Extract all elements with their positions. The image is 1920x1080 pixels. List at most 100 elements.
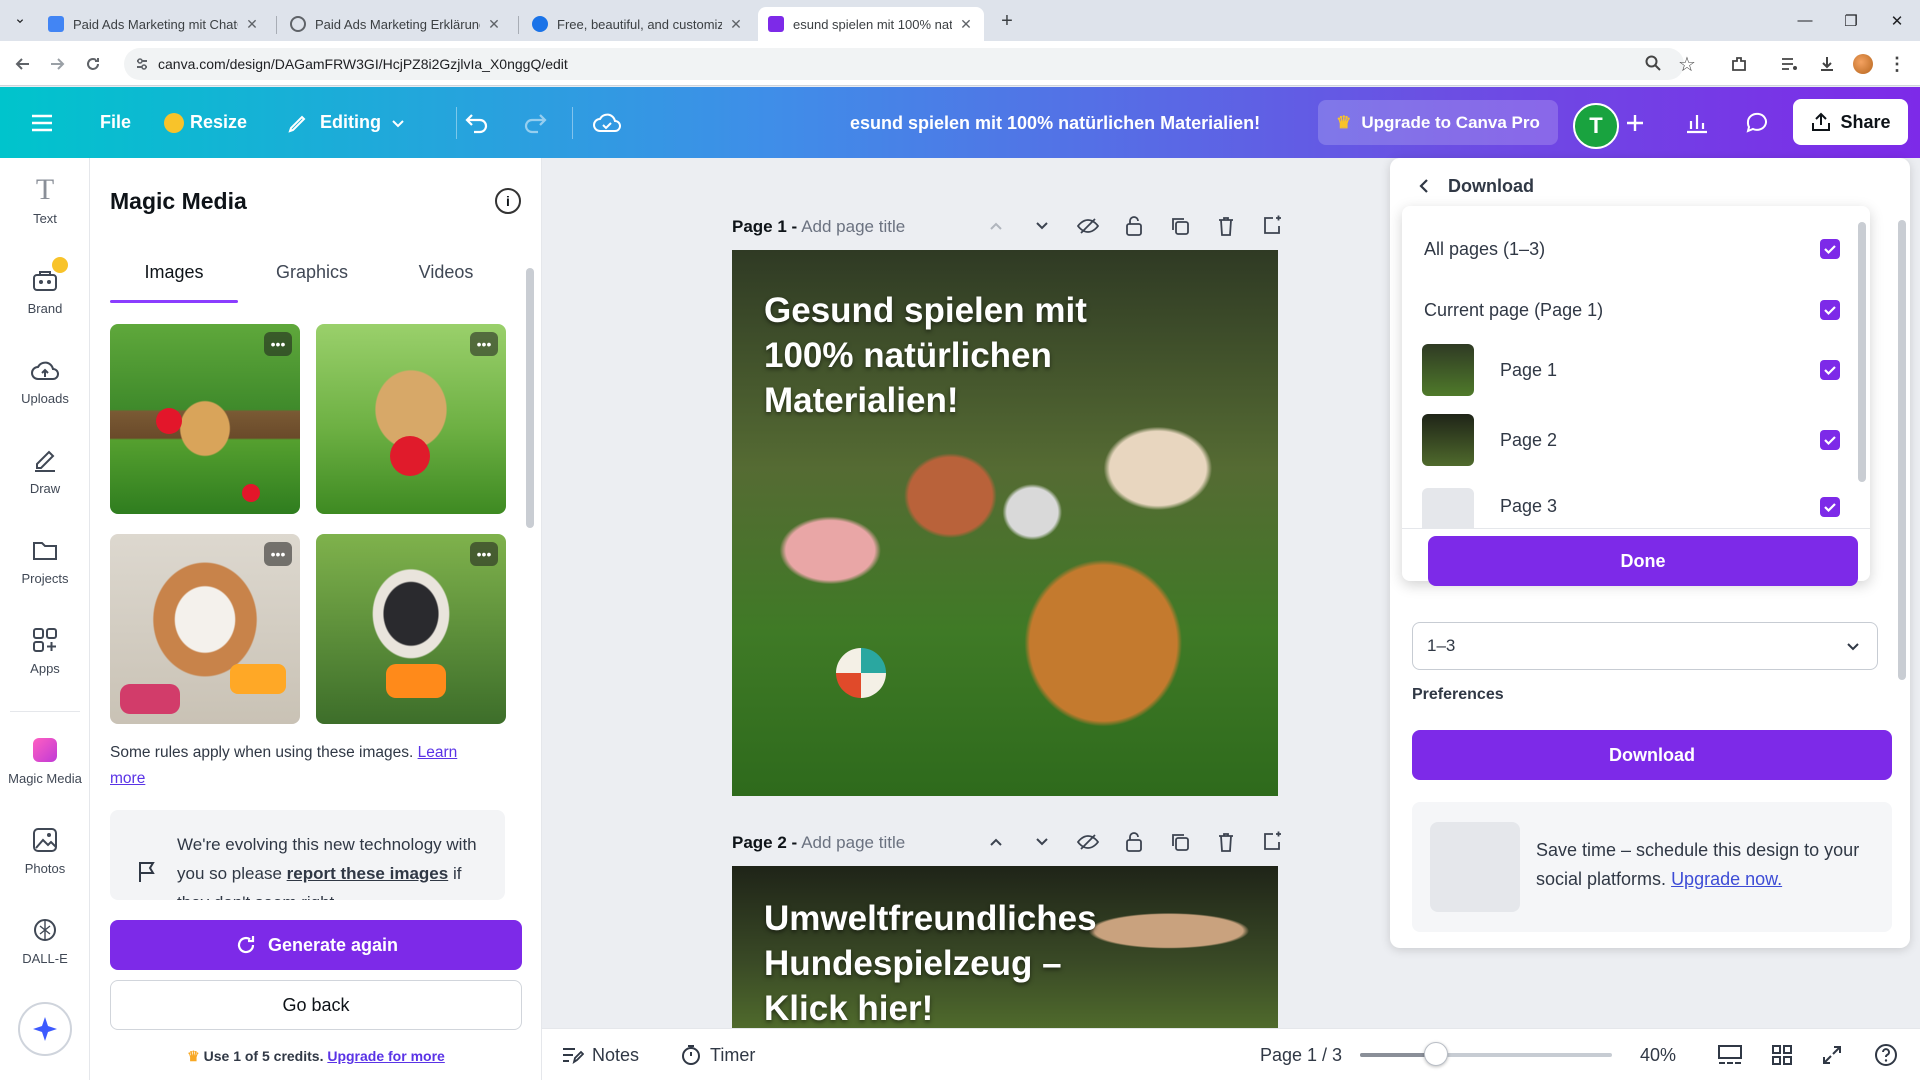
chevron-down-icon[interactable]	[1028, 212, 1056, 240]
option-page-3[interactable]: Page 3	[1402, 484, 1870, 529]
zoom-icon[interactable]	[1644, 54, 1662, 72]
rail-item-brand[interactable]: Brand	[0, 250, 90, 330]
trash-icon[interactable]	[1212, 828, 1240, 856]
window-close-icon[interactable]: ✕	[1874, 0, 1920, 41]
close-icon[interactable]: ✕	[958, 16, 974, 33]
back-arrow-icon[interactable]	[10, 51, 36, 77]
option-page-2[interactable]: Page 2	[1402, 414, 1870, 466]
redo-button[interactable]	[522, 101, 548, 144]
done-button[interactable]: Done	[1428, 536, 1858, 586]
upgrade-now-link[interactable]: Upgrade now.	[1671, 869, 1782, 889]
rail-item-dalle[interactable]: DALL-E	[0, 900, 90, 980]
generated-image-3[interactable]: •••	[110, 534, 300, 724]
more-options-icon[interactable]: •••	[470, 542, 498, 566]
checkbox-checked[interactable]	[1820, 496, 1840, 517]
page-2-heading[interactable]: Umweltfreundliches Hundespielzeug – Klic…	[764, 896, 1124, 1028]
zoom-slider-handle[interactable]	[1423, 1042, 1448, 1066]
option-page-1[interactable]: Page 1	[1402, 344, 1870, 396]
chevron-down-icon[interactable]	[1028, 828, 1056, 856]
fullscreen-icon[interactable]	[1818, 1041, 1846, 1069]
forward-arrow-icon[interactable]	[44, 51, 70, 77]
checkbox-checked[interactable]	[1820, 430, 1840, 450]
add-page-icon[interactable]	[1258, 828, 1286, 856]
download-icon[interactable]	[1816, 53, 1838, 75]
close-icon[interactable]: ✕	[244, 16, 260, 33]
page-indicator[interactable]: Page 1 / 3	[1260, 1041, 1342, 1069]
hide-page-icon[interactable]	[1074, 828, 1102, 856]
checkbox-checked[interactable]	[1820, 360, 1840, 380]
download-button[interactable]: Download	[1412, 730, 1892, 780]
timer-button[interactable]: Timer	[680, 1041, 755, 1069]
notes-button[interactable]: Notes	[560, 1041, 639, 1069]
page-title-input[interactable]: Add page title	[801, 217, 905, 237]
generate-again-button[interactable]: Generate again	[110, 920, 522, 970]
zoom-percentage[interactable]: 40%	[1640, 1041, 1676, 1069]
page-2-canvas[interactable]: Umweltfreundliches Hundespielzeug – Klic…	[732, 866, 1278, 1028]
go-back-button[interactable]: Go back	[110, 980, 522, 1030]
option-all-pages[interactable]: All pages (1–3)	[1402, 223, 1870, 275]
trash-icon[interactable]	[1212, 212, 1240, 240]
generated-image-4[interactable]: •••	[316, 534, 506, 724]
browser-tab-4-active[interactable]: esund spielen mit 100% natürlic ✕	[758, 7, 984, 41]
editing-mode-button[interactable]: Editing	[286, 101, 405, 144]
resize-button[interactable]: Resize	[164, 101, 247, 144]
lock-icon[interactable]	[1120, 212, 1148, 240]
magic-assistant-button[interactable]	[18, 1002, 72, 1056]
rail-item-draw[interactable]: Draw	[0, 430, 90, 510]
page-1-heading[interactable]: Gesund spielen mit 100% natürlichen Mate…	[764, 288, 1104, 423]
back-chevron-icon[interactable]	[1412, 174, 1436, 198]
site-settings-icon[interactable]	[134, 56, 150, 72]
tab-search-button[interactable]	[6, 8, 34, 34]
user-avatar[interactable]: T	[1573, 103, 1619, 149]
help-icon[interactable]	[1872, 1041, 1900, 1069]
checkbox-checked[interactable]	[1820, 300, 1840, 320]
chevron-up-icon[interactable]	[982, 212, 1010, 240]
page-title-input[interactable]: Add page title	[801, 833, 905, 853]
extensions-icon[interactable]	[1728, 53, 1750, 75]
rail-item-magic-media[interactable]: Magic Media	[0, 720, 90, 800]
profile-avatar-icon[interactable]	[1852, 53, 1874, 75]
media-control-icon[interactable]	[1778, 53, 1800, 75]
rail-item-photos[interactable]: Photos	[0, 810, 90, 890]
more-options-icon[interactable]: •••	[264, 542, 292, 566]
add-collaborator-button[interactable]	[1624, 101, 1646, 144]
rail-item-uploads[interactable]: Uploads	[0, 340, 90, 420]
browser-tab-3[interactable]: Free, beautiful, and customizable ✕	[522, 7, 754, 41]
rail-item-projects[interactable]: Projects	[0, 520, 90, 600]
generated-image-2[interactable]: •••	[316, 324, 506, 514]
zoom-slider[interactable]	[1360, 1053, 1612, 1057]
report-images-link[interactable]: report these images	[287, 864, 449, 883]
design-title[interactable]: esund spielen mit 100% natürlichen Mater…	[850, 113, 1260, 134]
close-icon[interactable]: ✕	[728, 16, 744, 33]
duplicate-icon[interactable]	[1166, 212, 1194, 240]
grid-view-icon[interactable]	[1768, 1041, 1796, 1069]
chevron-up-icon[interactable]	[982, 828, 1010, 856]
insights-button[interactable]	[1684, 101, 1710, 144]
lock-icon[interactable]	[1120, 828, 1148, 856]
close-icon[interactable]: ✕	[486, 16, 502, 33]
kebab-menu-icon[interactable]: ⋮	[1886, 53, 1908, 75]
more-options-icon[interactable]: •••	[470, 332, 498, 356]
duplicate-icon[interactable]	[1166, 828, 1194, 856]
generated-image-1[interactable]: •••	[110, 324, 300, 514]
rail-item-text[interactable]: T Text	[0, 160, 90, 240]
main-menu-button[interactable]	[30, 101, 54, 144]
browser-tab-1[interactable]: Paid Ads Marketing mit ChatGPT ✕	[38, 7, 270, 41]
rail-item-apps[interactable]: Apps	[0, 610, 90, 690]
page-thumbnails-icon[interactable]	[1716, 1041, 1744, 1069]
upgrade-pro-button[interactable]: ♛ Upgrade to Canva Pro	[1318, 100, 1558, 145]
tab-graphics[interactable]: Graphics	[248, 262, 376, 283]
checkbox-checked[interactable]	[1820, 239, 1840, 259]
upgrade-for-more-link[interactable]: Upgrade for more	[327, 1048, 444, 1064]
info-icon[interactable]: i	[495, 188, 521, 214]
tab-images[interactable]: Images	[110, 262, 238, 283]
undo-button[interactable]	[464, 101, 490, 144]
more-options-icon[interactable]: •••	[264, 332, 292, 356]
option-current-page[interactable]: Current page (Page 1)	[1402, 284, 1870, 336]
browser-tab-2[interactable]: Paid Ads Marketing Erklärung ✕	[280, 7, 512, 41]
page-range-select[interactable]: 1–3	[1412, 622, 1878, 670]
address-bar[interactable]: canva.com/design/DAGamFRW3GI/HcjPZ8i2Gzj…	[124, 48, 1684, 80]
tab-videos[interactable]: Videos	[382, 262, 510, 283]
restore-icon[interactable]: ❐	[1828, 0, 1874, 41]
hide-page-icon[interactable]	[1074, 212, 1102, 240]
